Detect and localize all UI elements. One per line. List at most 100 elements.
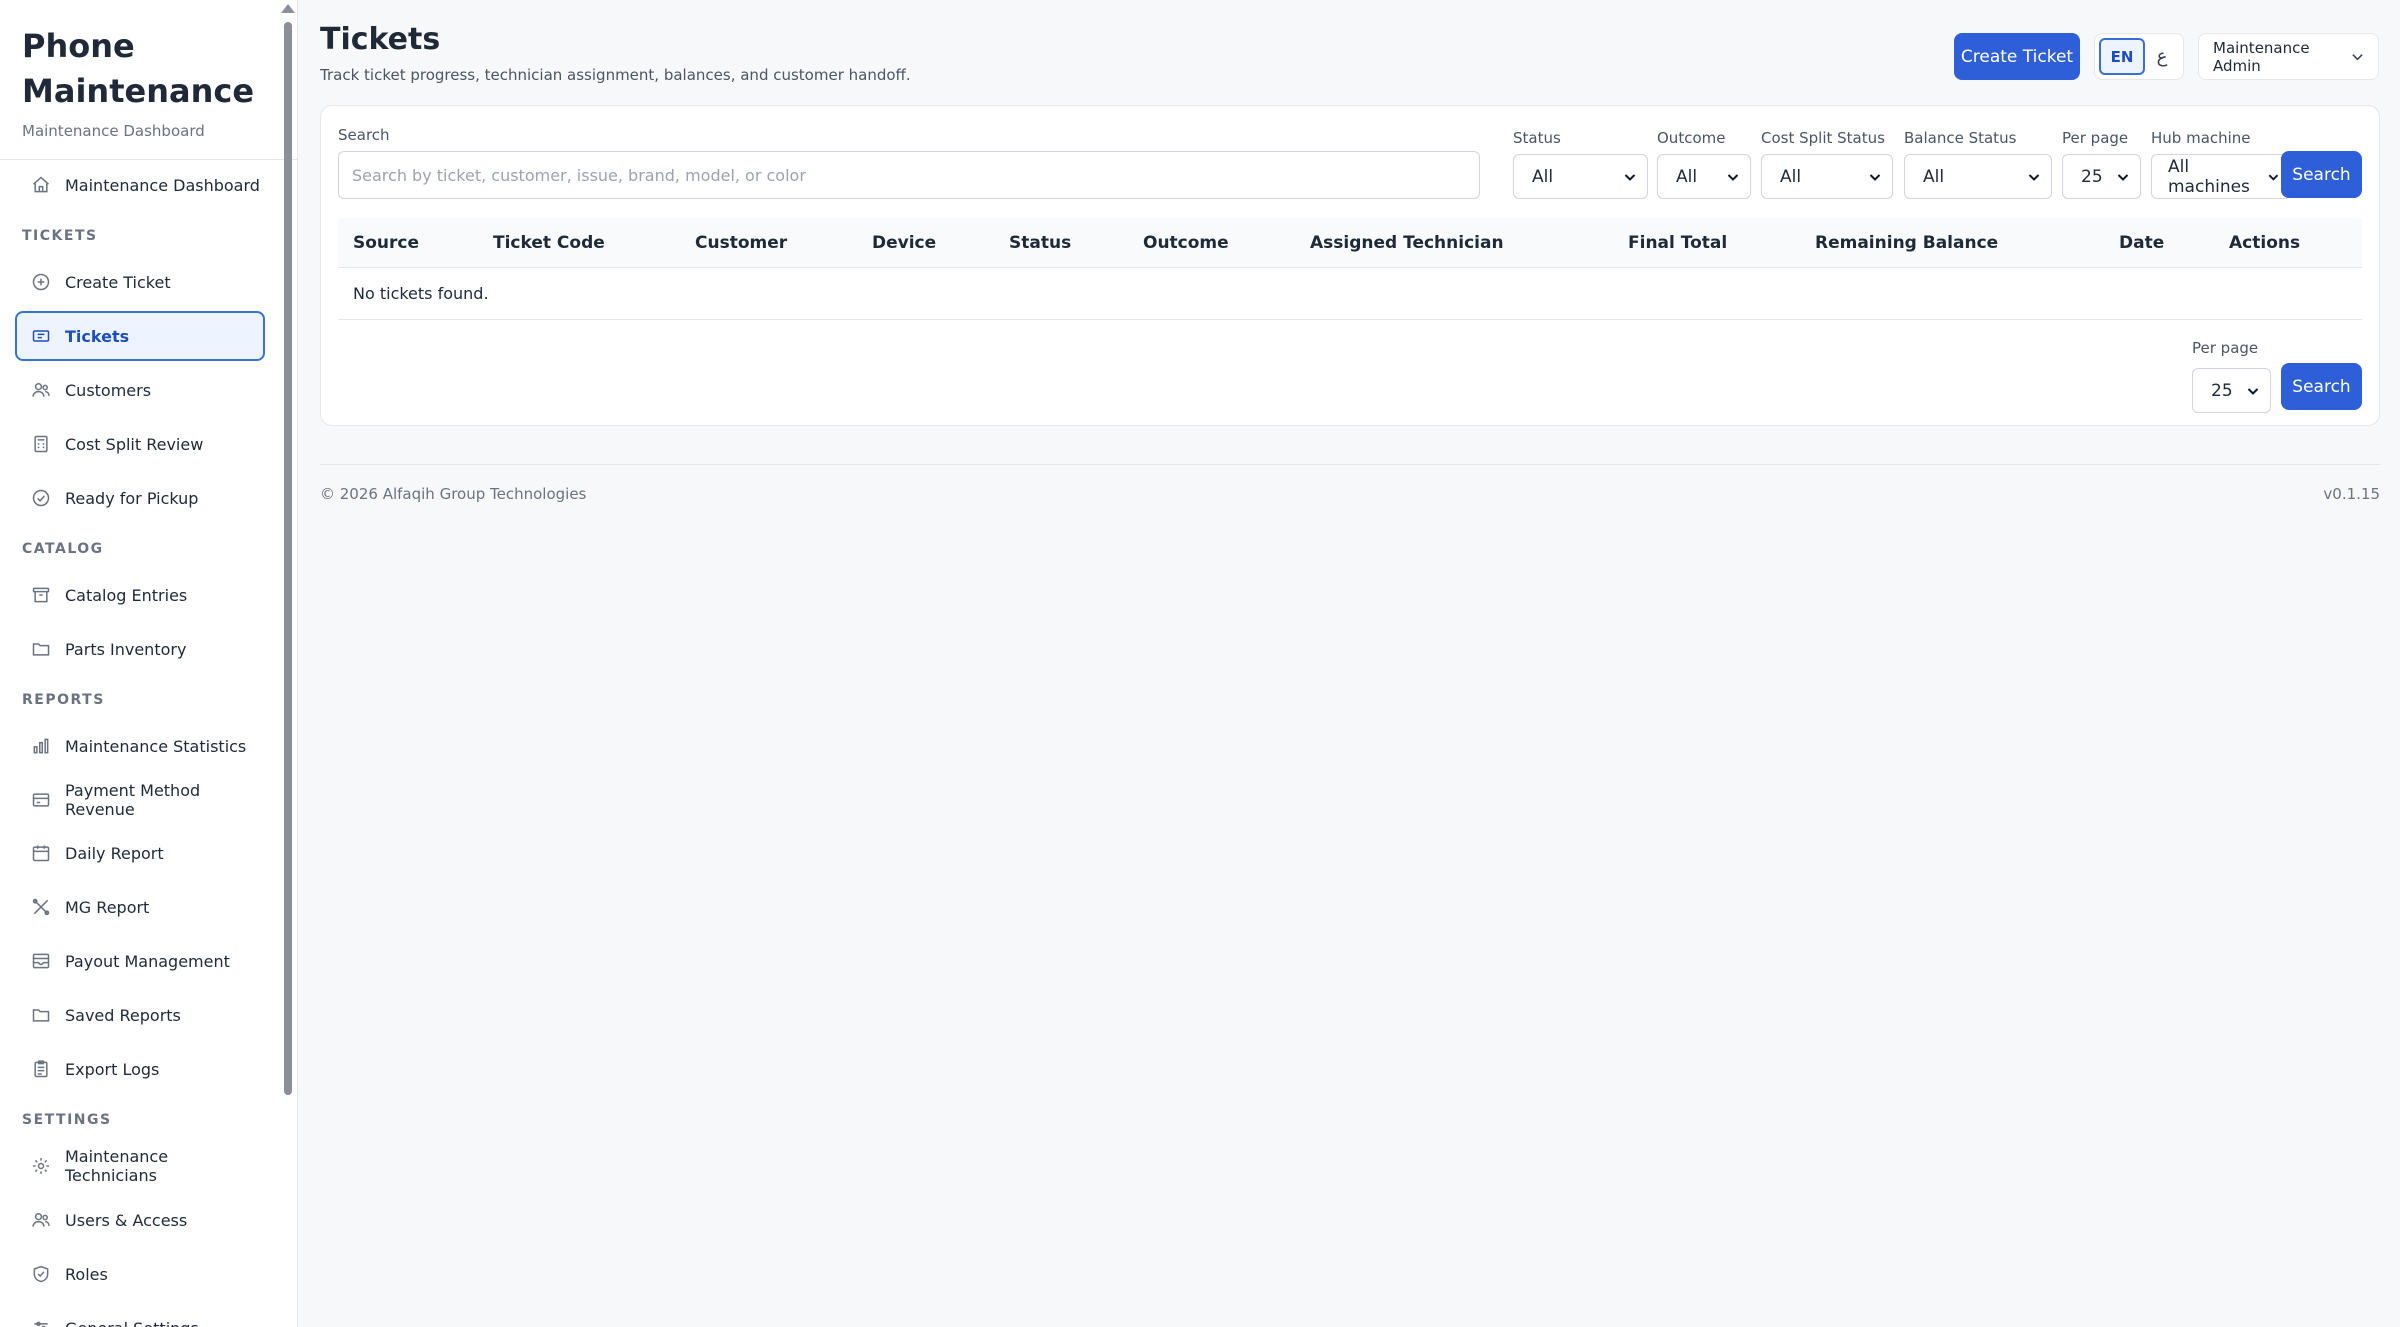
sidebar-item-label: Users & Access (65, 1210, 188, 1230)
clipboard-icon (31, 1059, 51, 1079)
calculator-icon (31, 434, 51, 454)
brand-subtitle: Maintenance Dashboard (22, 122, 205, 140)
sidebar-item-tickets[interactable]: Tickets (15, 311, 265, 361)
sidebar-item-label: Ready for Pickup (65, 488, 199, 508)
sliders-icon (31, 1318, 51, 1327)
column-header-status[interactable]: Status (1009, 218, 1071, 268)
column-header-device[interactable]: Device (872, 218, 936, 268)
sidebar-item-mg-report[interactable]: MG Report (15, 882, 265, 932)
section-label-settings: SETTINGS (22, 1112, 112, 1128)
chevron-down-icon (2117, 173, 2129, 181)
column-header-final-total[interactable]: Final Total (1628, 218, 1727, 268)
tools-icon (31, 897, 51, 917)
search-input[interactable] (338, 151, 1480, 199)
hub-machine-filter-label: Hub machine (2151, 129, 2251, 147)
hub-machine-filter-select[interactable]: All machines (2151, 154, 2291, 199)
bottom-search-button[interactable]: Search (2281, 363, 2362, 410)
sidebar-item-parts-inventory[interactable]: Parts Inventory (15, 624, 265, 674)
search-button[interactable]: Search (2281, 151, 2362, 198)
footer-divider (320, 464, 2380, 465)
table-empty-row: No tickets found. (338, 268, 2362, 320)
check-circle-icon (31, 488, 51, 508)
brand-title: Phone Maintenance (22, 27, 255, 110)
sidebar-item-label: Maintenance Technicians (65, 1147, 169, 1185)
sidebar-item-daily-report[interactable]: Daily Report (15, 828, 265, 878)
bar-chart-icon (31, 736, 51, 756)
bottom-per-page-select[interactable]: 25 (2192, 368, 2271, 413)
sidebar-item-dashboard[interactable]: Maintenance Dashboard (15, 160, 265, 210)
status-filter-select[interactable]: All (1513, 154, 1648, 199)
chevron-down-icon (2268, 174, 2279, 181)
cost-split-filter-select[interactable]: All (1761, 154, 1893, 199)
sidebar-item-label: Customers (65, 380, 152, 400)
balance-filter-value: All (1923, 166, 1945, 187)
sidebar-item-roles[interactable]: Roles (15, 1249, 265, 1299)
language-ar-button[interactable]: ع (2145, 46, 2179, 67)
balance-filter-select[interactable]: All (1904, 154, 2052, 199)
column-header-remaining-balance[interactable]: Remaining Balance (1815, 218, 1998, 268)
wallet-icon (31, 951, 51, 971)
column-header-date[interactable]: Date (2119, 218, 2164, 268)
footer-copyright: © 2026 Alfaqih Group Technologies (320, 485, 587, 503)
section-label-reports: REPORTS (22, 692, 105, 708)
chevron-down-icon (1727, 173, 1739, 181)
sidebar-item-label: Catalog Entries (65, 585, 188, 605)
shield-check-icon (31, 1264, 51, 1284)
sidebar-item-payment-method-revenue[interactable]: Payment Method Revenue (15, 775, 265, 825)
hub-machine-filter-value: All machines (2168, 156, 2250, 197)
sidebar-item-label: Payout Management (65, 951, 230, 971)
archive-icon (31, 585, 51, 605)
sidebar-item-general-settings[interactable]: General Settings (15, 1303, 265, 1327)
per-page-filter-value: 25 (2081, 166, 2103, 187)
sidebar-item-label: Saved Reports (65, 1005, 181, 1025)
outcome-filter-value: All (1676, 166, 1698, 187)
sidebar-item-label: Parts Inventory (65, 639, 187, 659)
cost-split-filter-label: Cost Split Status (1761, 129, 1885, 147)
chevron-down-icon (2352, 53, 2363, 60)
scroll-up-arrow-icon[interactable] (281, 4, 295, 13)
per-page-filter-label: Per page (2062, 129, 2129, 147)
create-ticket-button[interactable]: Create Ticket (1954, 33, 2080, 80)
sidebar-item-maintenance-technicians[interactable]: Maintenance Technicians (15, 1141, 265, 1191)
home-icon (31, 175, 51, 195)
sidebar-item-payout-management[interactable]: Payout Management (15, 936, 265, 986)
user-menu[interactable]: Maintenance Admin (2198, 33, 2379, 80)
sidebar-item-label: Maintenance Dashboard (65, 175, 260, 195)
cost-split-filter-value: All (1780, 166, 1802, 187)
sidebar-item-label: MG Report (65, 897, 150, 917)
language-switcher: EN ع (2094, 33, 2184, 80)
sidebar-item-customers[interactable]: Customers (15, 365, 265, 415)
status-filter-label: Status (1513, 129, 1561, 147)
column-header-outcome[interactable]: Outcome (1143, 218, 1229, 268)
footer-version: v0.1.15 (2323, 485, 2380, 503)
table-header: Source Ticket Code Customer Device Statu… (338, 218, 2362, 268)
sidebar-item-catalog-entries[interactable]: Catalog Entries (15, 570, 265, 620)
page-title: Tickets (320, 22, 441, 57)
language-en-button[interactable]: EN (2099, 38, 2145, 75)
column-header-source[interactable]: Source (353, 218, 419, 268)
sidebar-item-users-access[interactable]: Users & Access (15, 1195, 265, 1245)
sidebar-item-label: Daily Report (65, 843, 164, 863)
sidebar-item-saved-reports[interactable]: Saved Reports (15, 990, 265, 1040)
balance-filter-label: Balance Status (1904, 129, 2017, 147)
sidebar-item-label: Export Logs (65, 1059, 160, 1079)
sidebar-item-cost-split-review[interactable]: Cost Split Review (15, 419, 265, 469)
chevron-down-icon (1624, 173, 1636, 181)
sidebar-scroll-thumb[interactable] (284, 22, 292, 1095)
column-header-ticket-code[interactable]: Ticket Code (493, 218, 605, 268)
per-page-filter-select[interactable]: 25 (2062, 154, 2141, 199)
column-header-customer[interactable]: Customer (695, 218, 787, 268)
ticket-icon (31, 326, 51, 346)
tickets-card: Search Status All Outcome All Cost Split… (320, 105, 2380, 426)
outcome-filter-select[interactable]: All (1657, 154, 1751, 199)
sidebar-item-label: Maintenance Statistics (65, 736, 247, 756)
column-header-assigned-technician[interactable]: Assigned Technician (1310, 218, 1504, 268)
brand: Phone Maintenance Maintenance Dashboard (0, 0, 297, 160)
sidebar-item-label: Cost Split Review (65, 434, 204, 454)
users-icon (31, 1210, 51, 1230)
sidebar-item-export-logs[interactable]: Export Logs (15, 1044, 265, 1094)
folder-icon (31, 639, 51, 659)
sidebar-item-create-ticket[interactable]: Create Ticket (15, 257, 265, 307)
sidebar-item-ready-for-pickup[interactable]: Ready for Pickup (15, 473, 265, 523)
sidebar-item-maintenance-statistics[interactable]: Maintenance Statistics (15, 721, 265, 771)
